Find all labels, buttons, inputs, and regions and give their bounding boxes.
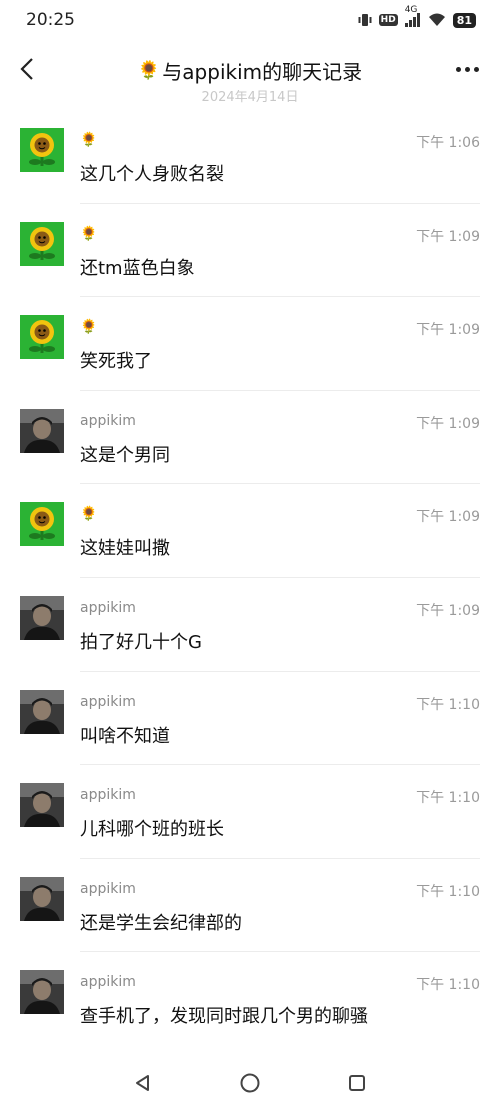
message-time: 下午 1:10 (416, 883, 480, 900)
sender-name: appikim (80, 880, 136, 897)
chevron-left-icon (20, 58, 33, 80)
sender-name: 🌻 (80, 225, 98, 242)
message-text: 儿科哪个班的班长 (80, 819, 224, 841)
message-time: 下午 1:09 (416, 228, 480, 245)
square-recent-icon (348, 1074, 365, 1091)
message-text: 叫啥不知道 (80, 725, 170, 747)
appikim-avatar[interactable] (20, 876, 64, 921)
sender-name: appikim (80, 974, 136, 991)
message-time: 下午 1:09 (416, 415, 480, 432)
message-text: 还是学生会纪律部的 (80, 912, 242, 934)
sunflower-avatar[interactable] (20, 221, 64, 266)
message-time: 下午 1:10 (416, 696, 480, 713)
sunflower-icon: 🌻 (137, 59, 161, 81)
message-item[interactable]: 🌻 下午 1:09 还tm蓝色白象 (0, 204, 500, 298)
more-button[interactable] (452, 56, 482, 82)
appikim-avatar[interactable] (20, 783, 64, 828)
wifi-icon (428, 13, 446, 27)
appikim-avatar[interactable] (20, 970, 64, 1015)
page-title-text: 与appikim的聊天记录 (162, 59, 363, 84)
page-title: 🌻 与appikim的聊天记录 (138, 56, 362, 85)
sender-name: 🌻 (80, 506, 98, 523)
message-text: 笑死我了 (80, 351, 152, 373)
message-time: 下午 1:09 (416, 322, 480, 339)
sender-name: appikim (80, 693, 136, 710)
triangle-back-icon (136, 1074, 150, 1091)
date-divider: 2024年4月14日 (201, 90, 299, 105)
status-icons: HD 4G 81 (358, 5, 476, 28)
sunflower-avatar[interactable] (20, 315, 64, 360)
nav-recent-button[interactable] (343, 1069, 371, 1097)
message-time: 下午 1:09 (416, 602, 480, 619)
sender-name: appikim (80, 599, 136, 616)
message-item[interactable]: appikim 下午 1:10 还是学生会纪律部的 (0, 859, 500, 953)
message-list[interactable]: 🌻 下午 1:06 这几个人身败名裂 🌻 下午 1:09 还tm蓝色白象 🌻 下午 1:09 笑… (0, 110, 500, 1046)
sender-name: 🌻 (80, 319, 98, 336)
status-time: 20:25 (26, 10, 75, 30)
sunflower-avatar[interactable] (20, 502, 64, 547)
message-text: 这几个人身败名裂 (80, 164, 224, 185)
nav-home-button[interactable] (236, 1069, 264, 1097)
message-item[interactable]: appikim 下午 1:10 儿科哪个班的班长 (0, 765, 500, 859)
sender-name: 🌻 (80, 132, 98, 148)
message-item[interactable]: appikim 下午 1:09 这是个男同 (0, 391, 500, 485)
message-item[interactable]: appikim 下午 1:10 叫啥不知道 (0, 672, 500, 766)
message-text: 拍了好几十个G (80, 631, 202, 653)
back-button[interactable] (14, 54, 44, 84)
message-time: 下午 1:10 (416, 790, 480, 807)
appikim-avatar[interactable] (20, 595, 64, 640)
message-text: 这是个男同 (80, 444, 170, 466)
message-item[interactable]: appikim 下午 1:09 拍了好几十个G (0, 578, 500, 672)
message-time: 下午 1:09 (416, 509, 480, 526)
message-time: 下午 1:10 (416, 977, 480, 994)
sunflower-avatar[interactable] (20, 128, 64, 172)
hd-icon: HD (378, 14, 398, 26)
message-item[interactable]: 🌻 下午 1:09 笑死我了 (0, 297, 500, 391)
message-item[interactable]: 🌻 下午 1:09 这娃娃叫撒 (0, 484, 500, 578)
message-item[interactable]: appikim 下午 1:10 查手机了，发现同时跟几个男的聊骚 (0, 952, 500, 1046)
sender-name: appikim (80, 412, 136, 429)
appikim-avatar[interactable] (20, 689, 64, 734)
message-text: 这娃娃叫撒 (80, 538, 170, 560)
message-text: 还tm蓝色白象 (80, 257, 195, 279)
nav-back-button[interactable] (129, 1069, 157, 1097)
system-nav-bar (0, 1050, 500, 1115)
battery-icon: 81 (452, 12, 476, 28)
more-dots-icon (455, 66, 461, 72)
appikim-avatar[interactable] (20, 408, 64, 453)
circle-home-icon (240, 1073, 260, 1092)
message-time: 下午 1:06 (416, 135, 480, 151)
sender-name: appikim (80, 787, 136, 804)
message-item[interactable]: 🌻 下午 1:06 这几个人身败名裂 (0, 110, 500, 204)
status-bar: 20:25 HD 4G 81 (0, 0, 500, 40)
message-text: 查手机了，发现同时跟几个男的聊骚 (80, 1006, 368, 1028)
vibrate-icon (358, 12, 372, 28)
signal-icon: 4G (404, 5, 421, 27)
